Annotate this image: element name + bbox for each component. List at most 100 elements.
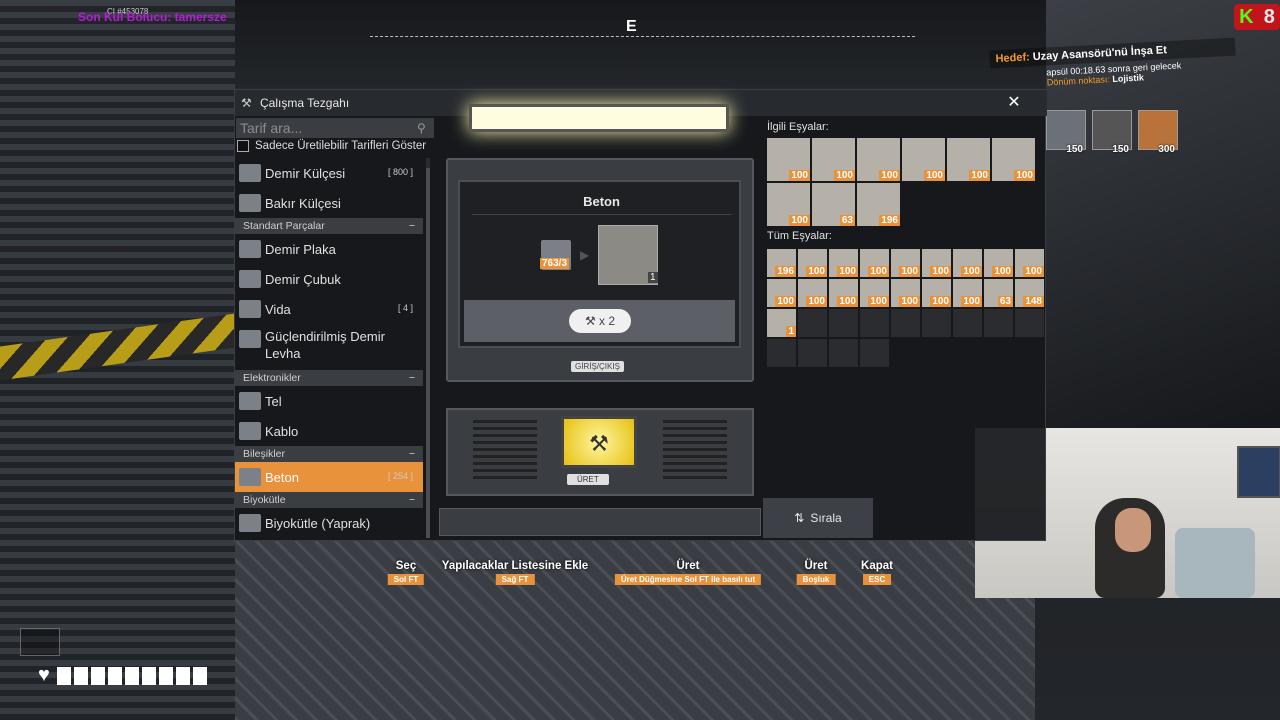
inventory-slot[interactable] (953, 309, 982, 337)
inventory-slot[interactable]: 100 (860, 249, 889, 277)
category-label: Biyokütle (243, 494, 286, 506)
inventory-slot[interactable] (767, 339, 796, 367)
control-hint: Üret Üret Düğmesine Sol FT ile basılı tut (614, 560, 762, 585)
recipe-category[interactable]: Bileşikler − (235, 446, 423, 462)
output-count: 1 (648, 272, 658, 283)
hint-key: Sol FT (387, 574, 425, 585)
inventory-slot[interactable]: 100 (953, 249, 982, 277)
craft-label: ÜRET (567, 474, 609, 485)
collapse-icon[interactable]: − (409, 218, 415, 234)
only-craftable-toggle[interactable]: Sadece Üretilebilir Tarifleri Göster (237, 140, 426, 152)
inventory-slot[interactable] (922, 309, 951, 337)
game-screen: CI #453078 Son Kul Bolucu: tamersze E K … (0, 0, 1280, 720)
slot-count: 100 (789, 170, 810, 181)
slot-count: 100 (868, 266, 889, 277)
inventory-slot[interactable]: 1 (767, 309, 796, 337)
health-segment (192, 666, 207, 685)
right-vent (663, 420, 727, 480)
inventory-slot[interactable]: 196 (767, 249, 796, 277)
slot-count: 100 (992, 266, 1013, 277)
hint-key: Üret Düğmesine Sol FT ile basılı tut (614, 574, 762, 585)
collapse-icon[interactable]: − (409, 446, 415, 462)
inventory-slot[interactable]: 100 (891, 249, 920, 277)
recipe-item[interactable]: Tel (235, 386, 423, 416)
inventory-slot[interactable]: 100 (891, 279, 920, 307)
heart-icon: ♥ (38, 664, 50, 686)
slot-count: 100 (961, 266, 982, 277)
inventory-slot[interactable] (984, 309, 1013, 337)
inventory-slot[interactable] (891, 309, 920, 337)
inventory-slot[interactable]: 196 (857, 183, 900, 226)
recipe-label: Demir Külçesi (265, 165, 346, 181)
inventory-slot[interactable]: 100 (798, 249, 827, 277)
inventory-slot[interactable] (798, 309, 827, 337)
collapse-icon[interactable]: − (409, 492, 415, 508)
product-name: Beton (583, 194, 620, 209)
recipe-scrollbar[interactable] (426, 158, 430, 538)
inventory-slot[interactable]: 100 (812, 138, 855, 181)
recipe-item[interactable]: Beton [ 254 ] (235, 462, 423, 492)
hazard-stripe (0, 313, 235, 381)
compass-bar (370, 36, 915, 38)
recipe-item[interactable]: Demir Plaka (235, 234, 423, 264)
inventory-slot[interactable]: 100 (829, 279, 858, 307)
inventory-slot[interactable] (860, 339, 889, 367)
inventory-slot[interactable]: 100 (922, 279, 951, 307)
recipe-item[interactable]: Demir Çubuk (235, 264, 423, 294)
recipe-search-input[interactable] (236, 118, 434, 138)
inventory-slot[interactable]: 100 (860, 279, 889, 307)
slot-count: 100 (837, 296, 858, 307)
inventory-slot[interactable]: 100 (1015, 249, 1044, 277)
recipe-item[interactable]: Biyokütle (Yaprak) (235, 508, 423, 538)
all-items-grid: 196 100 100 100 100 100 100 100 100 100 100 100 100 1… (767, 249, 1044, 367)
collapse-icon[interactable]: − (409, 370, 415, 386)
inventory-slot[interactable]: 148 (1015, 279, 1044, 307)
inventory-slot[interactable] (829, 339, 858, 367)
panel-title: Çalışma Tezgahı (260, 96, 350, 110)
inventory-slot[interactable]: 100 (984, 249, 1013, 277)
inventory-slot[interactable]: 100 (953, 279, 982, 307)
inventory-slot[interactable] (860, 309, 889, 337)
slot-count: 100 (834, 170, 855, 181)
recipe-item[interactable]: Kablo (235, 416, 423, 446)
left-wall (0, 0, 235, 720)
inventory-slot[interactable]: 100 (767, 279, 796, 307)
recipe-item[interactable]: Demir Külçesi [ 800 ] (235, 158, 423, 188)
inventory-slot[interactable]: 100 (857, 138, 900, 181)
inventory-slot[interactable]: 100 (947, 138, 990, 181)
inventory-slot[interactable]: 100 (902, 138, 945, 181)
health-segment (107, 666, 122, 685)
close-button[interactable]: ✕ (1003, 92, 1025, 114)
craft-button[interactable]: ⚒ (561, 416, 637, 468)
item-icon (239, 194, 261, 212)
scroll-thumb[interactable] (426, 168, 430, 538)
slot-count: 100 (806, 266, 827, 277)
sort-label: Sırala (810, 511, 842, 525)
recipe-item[interactable]: Bakır Külçesi (235, 188, 423, 218)
recipe-category[interactable]: Biyokütle − (235, 492, 423, 508)
recipe-item[interactable]: Biyokütle (Odun) (235, 538, 423, 542)
sort-button[interactable]: ⇅ Sırala (763, 498, 873, 538)
related-items-label: İlgili Eşyalar: (767, 121, 829, 133)
recipe-item[interactable]: Vida [ 4 ] (235, 294, 423, 324)
checkbox[interactable] (237, 140, 249, 152)
inventory-slot[interactable]: 100 (829, 249, 858, 277)
workbench-panel: ⚒ Çalışma Tezgahı ✕ ⚲ Sadece Üretilebili… (234, 89, 1047, 542)
recipe-category[interactable]: Standart Parçalar − (235, 218, 423, 234)
inventory-slot[interactable]: 63 (984, 279, 1013, 307)
inventory-slot[interactable]: 100 (767, 138, 810, 181)
hint-key: ESC (862, 574, 892, 585)
inventory-slot[interactable]: 100 (922, 249, 951, 277)
inventory-slot[interactable]: 100 (767, 183, 810, 226)
inventory-slot[interactable] (798, 339, 827, 367)
multiplier-button[interactable]: ⚒ x 2 (569, 309, 631, 333)
machine-lamp (469, 104, 729, 132)
inventory-slot[interactable]: 100 (798, 279, 827, 307)
inventory-slot[interactable] (829, 309, 858, 337)
recipe-item[interactable]: Güçlendirilmiş Demir Levha (235, 324, 423, 370)
inventory-slot[interactable]: 100 (992, 138, 1035, 181)
slot-count: 100 (961, 296, 982, 307)
inventory-slot[interactable]: 63 (812, 183, 855, 226)
recipe-category[interactable]: Elektronikler − (235, 370, 423, 386)
inventory-slot[interactable] (1015, 309, 1044, 337)
